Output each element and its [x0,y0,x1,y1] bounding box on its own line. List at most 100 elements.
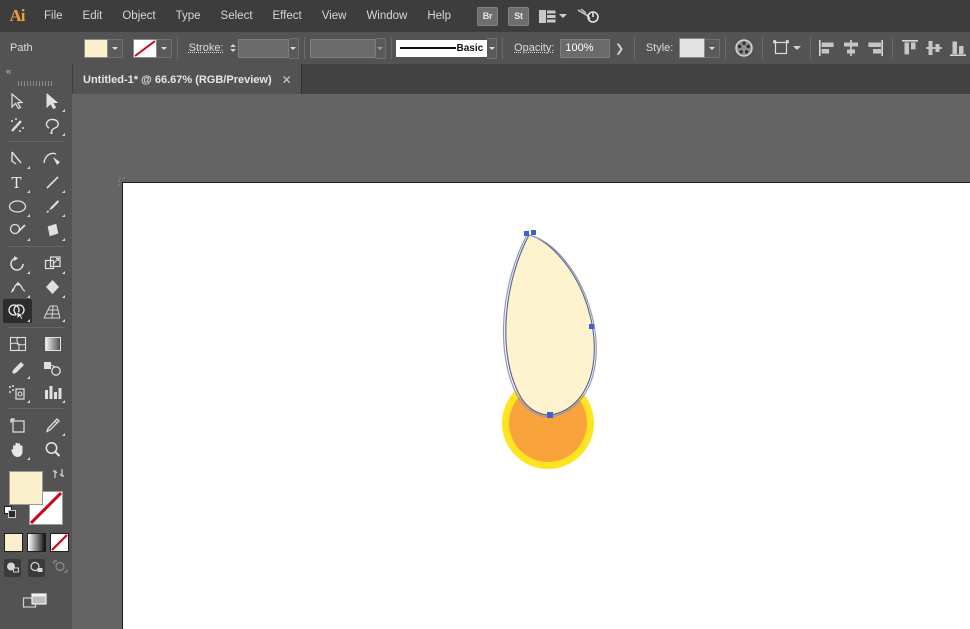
document-tab[interactable]: Untitled-1* @ 66.67% (RGB/Preview) ✕ [72,63,302,94]
arrange-documents-button[interactable] [539,9,567,23]
opacity-input[interactable]: 100% [560,38,610,58]
stroke-weight-stepper[interactable] [230,39,237,57]
artwork-layer[interactable] [72,94,970,629]
color-mode-buttons [0,533,72,552]
line-segment-tool[interactable] [38,170,67,194]
menu-item-window[interactable]: Window [356,0,417,32]
default-fill-stroke-icon[interactable] [4,506,17,519]
align-right-button[interactable] [866,39,884,57]
graphic-style-control[interactable] [679,38,721,58]
menu-item-select[interactable]: Select [211,0,263,32]
fill-dropdown-button[interactable] [108,38,123,58]
magic-wand-tool[interactable] [3,113,32,137]
column-graph-tool[interactable] [38,380,67,404]
fill-swatch[interactable] [84,38,108,58]
anchor-point-right[interactable] [589,324,594,329]
graphic-style-swatch[interactable] [679,38,706,58]
transform-button[interactable] [768,39,805,57]
recolor-artwork-button[interactable] [731,39,757,57]
divider [892,37,893,59]
direct-selection-tool[interactable] [38,89,67,113]
tool-more-icon [59,295,65,298]
chevron-down-icon [161,46,167,50]
paintbrush-tool[interactable] [38,194,67,218]
bridge-button[interactable]: Br [477,6,498,26]
rotate-tool[interactable] [3,251,32,275]
stroke-dropdown-button[interactable] [157,38,172,58]
free-transform-tool[interactable] [38,275,67,299]
hand-tool[interactable] [3,437,32,461]
align-bottom-icon [949,41,966,56]
collapse-tools-button[interactable]: « [0,64,72,78]
blend-tool[interactable] [38,356,67,380]
width-tool[interactable] [3,275,32,299]
slice-tool[interactable] [38,413,67,437]
menu-item-view[interactable]: View [312,0,357,32]
color-mode-icon[interactable] [3,533,23,552]
variable-width-dropdown-button[interactable] [375,37,386,59]
divider [8,408,64,409]
align-left-button[interactable] [818,39,836,57]
petal-shape[interactable] [505,234,595,416]
anchor-point-bottom[interactable] [547,412,553,418]
brush-definition-display[interactable]: Basic [396,39,488,57]
symbol-sprayer-tool[interactable] [3,380,32,404]
scale-tool[interactable] [38,251,67,275]
eraser-tool[interactable] [38,218,67,242]
stroke-weight-label[interactable]: Stroke: [183,42,230,54]
anchor-point-top-left[interactable] [524,231,529,236]
align-vertical-center-button[interactable] [925,39,943,57]
align-horizontal-center-button[interactable] [842,39,860,57]
change-screen-mode-button[interactable] [0,591,72,611]
menu-item-edit[interactable]: Edit [73,0,113,32]
align-bottom-button[interactable] [949,39,967,57]
swap-fill-stroke-icon[interactable] [52,467,66,483]
menu-item-help[interactable]: Help [417,0,461,32]
ellipse-tool[interactable] [3,194,32,218]
opacity-options-button[interactable]: ❯ [610,42,629,55]
anchor-point-top-right[interactable] [531,230,536,235]
stroke-swatch[interactable] [133,38,157,58]
eyedropper-tool[interactable] [3,356,32,380]
stock-button[interactable]: St [508,6,529,26]
draw-normal-icon[interactable] [3,559,21,577]
stroke-color-control[interactable] [133,38,172,58]
draw-behind-icon[interactable] [27,559,45,577]
align-top-button[interactable] [901,39,919,57]
menu-bar: Ai File Edit Object Type Select Effect V… [0,0,970,33]
fill-color-box[interactable] [9,471,43,505]
tools-panel: « T [0,64,73,629]
zoom-tool[interactable] [38,437,67,461]
close-icon[interactable]: ✕ [282,74,292,86]
fill-control[interactable] [84,38,123,58]
opacity-label[interactable]: Opacity: [508,42,560,54]
pen-tool[interactable] [3,146,32,170]
shape-builder-tool[interactable] [3,299,32,323]
mesh-tool[interactable] [3,332,32,356]
shaper-tool[interactable] [3,218,32,242]
menu-item-type[interactable]: Type [166,0,211,32]
brush-definition-dropdown-button[interactable] [487,37,498,59]
stroke-weight-dropdown-button[interactable] [288,37,299,59]
stock-search-button[interactable] [577,7,600,25]
curvature-tool[interactable] [38,146,67,170]
lasso-tool[interactable] [38,113,67,137]
tool-more-icon [24,238,30,241]
canvas-area[interactable] [72,94,970,629]
graphic-style-dropdown-button[interactable] [705,38,721,58]
none-mode-icon[interactable] [49,533,69,552]
stroke-weight-input[interactable] [237,38,289,58]
gradient-mode-icon[interactable] [26,533,46,552]
variable-width-profile-input[interactable] [309,38,376,58]
tools-panel-grip[interactable] [0,78,72,89]
gradient-tool[interactable] [38,332,67,356]
menu-item-file[interactable]: File [34,0,73,32]
chevron-down-icon [559,14,567,18]
draw-inside-icon[interactable] [52,559,69,577]
type-tool[interactable]: T [3,170,32,194]
menu-item-effect[interactable]: Effect [263,0,312,32]
menu-item-object[interactable]: Object [112,0,165,32]
artboard-tool[interactable] [3,413,32,437]
selection-tool[interactable] [3,89,32,113]
perspective-grid-tool[interactable] [38,299,67,323]
